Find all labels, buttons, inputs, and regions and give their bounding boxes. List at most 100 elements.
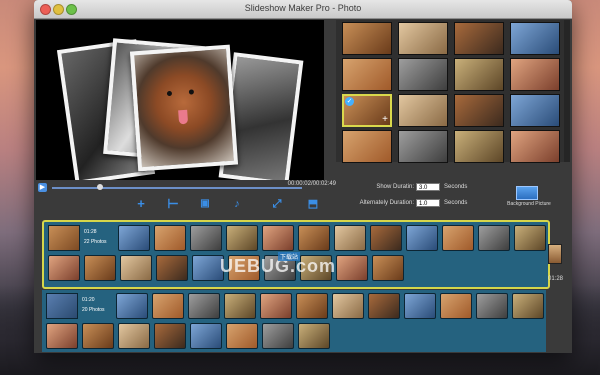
playback-bar: ▶ 00:00:02/00:02:49	[36, 181, 336, 194]
alt-duration-unit: Seconds	[444, 200, 468, 206]
browser-thumbnail[interactable]	[454, 94, 504, 127]
show-duration-unit: Seconds	[444, 184, 468, 190]
dog-eye	[166, 90, 173, 97]
app-window: Slideshow Maker Pro - Photo ✓ + ▶ 00:00:0…	[34, 0, 572, 353]
timeline-side-thumb[interactable]	[548, 244, 562, 264]
timeline-photo[interactable]	[154, 323, 186, 349]
timeline-photo[interactable]	[296, 293, 328, 319]
group-cover	[48, 225, 80, 251]
add-icon[interactable]: +	[382, 115, 388, 125]
browser-thumbnail[interactable]	[398, 22, 448, 55]
play-icon[interactable]: ▶	[38, 183, 47, 192]
browser-thumbnail[interactable]	[342, 58, 392, 91]
alt-duration-field[interactable]: 1.0	[416, 199, 440, 207]
timeline-photo[interactable]	[154, 225, 186, 251]
group-header: 01:28 22 Photos	[48, 225, 114, 251]
browser-thumbnail[interactable]: ✓ +	[342, 94, 392, 127]
dog-tongue	[178, 109, 189, 125]
background-picture-icon[interactable]	[516, 186, 538, 200]
watermark-badge: 下载站	[278, 252, 301, 261]
watermark: UEBUG.com 下载站	[210, 252, 360, 280]
timeline-photo[interactable]	[152, 293, 184, 319]
dog-eye	[188, 89, 195, 95]
timeline-photo[interactable]	[368, 293, 400, 319]
check-icon: ✓	[345, 97, 354, 106]
group-duration: 01:28	[84, 229, 97, 235]
browser-thumbnail[interactable]	[454, 22, 504, 55]
timeline-photo[interactable]	[116, 293, 148, 319]
music-icon[interactable]: ♪	[230, 197, 244, 211]
timeline-photo[interactable]	[332, 293, 364, 319]
timeline-photo[interactable]	[262, 323, 294, 349]
timeline-photo[interactable]	[370, 225, 402, 251]
trim-icon[interactable]: ⊢	[166, 197, 180, 211]
timeline-photo[interactable]	[406, 225, 438, 251]
background-picture-label: Background Picture	[507, 201, 551, 207]
export-icon[interactable]: ⬒	[306, 197, 320, 211]
group-info: 01:20 20 Photos	[82, 295, 105, 315]
browser-thumbnail[interactable]	[342, 22, 392, 55]
timeline-photo[interactable]	[84, 255, 116, 281]
show-duration-field[interactable]: 3.0	[416, 183, 440, 191]
seek-slider[interactable]	[52, 187, 302, 189]
timeline-photo[interactable]	[404, 293, 436, 319]
timeline-photo[interactable]	[156, 255, 188, 281]
group-duration: 01:20	[82, 297, 95, 303]
browser-thumbnail[interactable]	[398, 58, 448, 91]
timeline-side-time: 01:28	[548, 276, 564, 282]
settings-panel: Show Duratin: 3.0 Seconds Alternately Du…	[336, 182, 570, 216]
alt-duration-label: Alternately Duration:	[359, 200, 414, 206]
timeline-photo[interactable]	[442, 225, 474, 251]
timeline-photo[interactable]	[298, 323, 330, 349]
group-count: 20 Photos	[82, 307, 105, 313]
photo-edit-icon[interactable]: ▣	[198, 197, 212, 211]
timeline-photo[interactable]	[298, 225, 330, 251]
title-bar: Slideshow Maker Pro - Photo	[34, 0, 572, 19]
browser-thumbnail[interactable]	[510, 130, 560, 163]
timeline-photo[interactable]	[48, 255, 80, 281]
timeline-photo[interactable]	[190, 323, 222, 349]
timeline-photo[interactable]	[262, 225, 294, 251]
group-cover	[46, 293, 78, 319]
timeline-group-2[interactable]: 01:20 20 Photos	[42, 290, 546, 352]
browser-thumbnail[interactable]	[510, 58, 560, 91]
timeline-photo[interactable]	[334, 225, 366, 251]
timeline-photo[interactable]	[188, 293, 220, 319]
photo-browser-scrollbar[interactable]	[564, 20, 570, 162]
timeline-photo[interactable]	[512, 293, 544, 319]
timeline-photo[interactable]	[514, 225, 546, 251]
group-header: 01:20 20 Photos	[46, 293, 112, 319]
browser-thumbnail[interactable]	[454, 58, 504, 91]
timeline-photo[interactable]	[478, 225, 510, 251]
timeline-photo[interactable]	[46, 323, 78, 349]
timeline-photo[interactable]	[118, 323, 150, 349]
timeline-photo[interactable]	[190, 225, 222, 251]
toolbar: + ⊢ ▣ ♪ ⤢ ⬒	[134, 197, 324, 213]
timeline-photo[interactable]	[120, 255, 152, 281]
timeline-photo[interactable]	[118, 225, 150, 251]
browser-thumbnail[interactable]	[342, 130, 392, 163]
time-readout: 00:00:02/00:02:49	[287, 181, 336, 187]
group-count: 22 Photos	[84, 239, 107, 245]
photo-browser[interactable]: ✓ +	[336, 20, 570, 163]
add-icon[interactable]: +	[134, 197, 148, 211]
timeline-photo[interactable]	[476, 293, 508, 319]
timeline-photo[interactable]	[440, 293, 472, 319]
timeline-photo[interactable]	[226, 323, 258, 349]
timeline-photo[interactable]	[224, 293, 256, 319]
window-title: Slideshow Maker Pro - Photo	[244, 3, 362, 13]
slideshow-preview[interactable]	[36, 20, 324, 180]
browser-thumbnail[interactable]	[510, 22, 560, 55]
timeline-photo[interactable]	[226, 225, 258, 251]
browser-thumbnail[interactable]	[398, 130, 448, 163]
show-duration-label: Show Duratin:	[376, 184, 414, 190]
browser-thumbnail[interactable]	[454, 130, 504, 163]
timeline-photo[interactable]	[82, 323, 114, 349]
browser-thumbnail[interactable]	[398, 94, 448, 127]
fullscreen-icon[interactable]: ⤢	[270, 197, 284, 211]
seek-knob[interactable]	[96, 184, 103, 190]
timeline-photo[interactable]	[260, 293, 292, 319]
browser-thumbnail[interactable]	[510, 94, 560, 127]
timeline-photo[interactable]	[372, 255, 404, 281]
preview-photo-main	[129, 44, 239, 172]
